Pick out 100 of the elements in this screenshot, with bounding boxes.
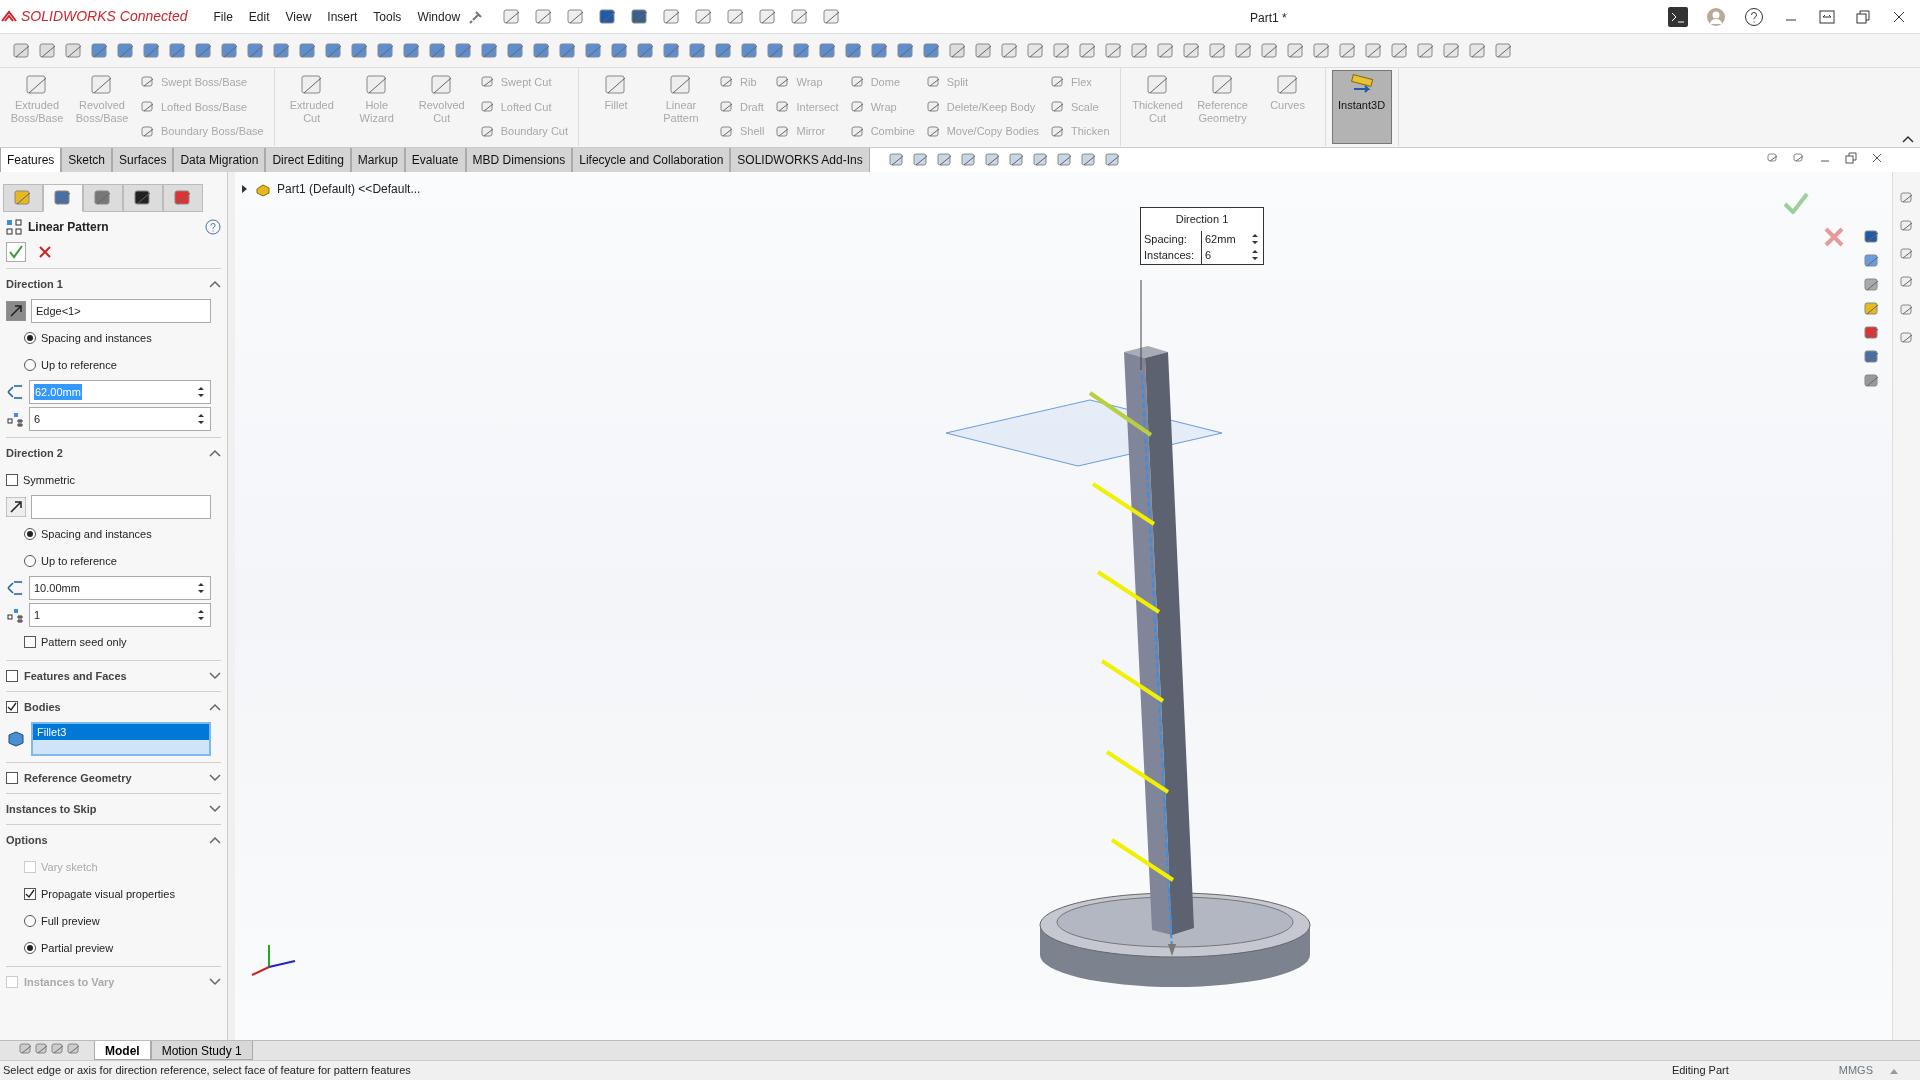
command-prompt-icon[interactable] (1668, 6, 1688, 27)
toolbar-tool-icon[interactable] (38, 40, 58, 61)
toolbar-tool-icon[interactable] (1000, 40, 1020, 61)
toolbar-tool-icon[interactable] (142, 40, 162, 61)
toolbar-tool-icon[interactable] (662, 40, 682, 61)
confirm-check-icon[interactable] (1783, 192, 1809, 214)
spin-field[interactable]: 1 (29, 603, 211, 627)
toolbar-tool-icon[interactable] (922, 40, 942, 61)
tile-icon[interactable] (1818, 7, 1836, 26)
radio-button[interactable] (24, 528, 36, 540)
restore-icon[interactable] (1854, 7, 1872, 26)
toolbar-tool-icon[interactable] (844, 40, 864, 61)
toolbar-tool-icon[interactable] (1156, 40, 1176, 61)
toolbar-tool-icon[interactable] (64, 40, 84, 61)
toolbar-tool-icon[interactable] (194, 40, 214, 61)
radio-button[interactable] (24, 555, 36, 567)
help-icon[interactable] (1744, 6, 1764, 27)
selection-list[interactable]: Fillet3 (31, 722, 211, 756)
toolbar-tool-icon[interactable] (818, 40, 838, 61)
toolbar-tool-icon[interactable] (220, 40, 240, 61)
toolbar-tool-icon[interactable] (1416, 40, 1436, 61)
radio-button[interactable] (24, 359, 36, 371)
checkbox[interactable] (6, 670, 18, 682)
spin-field[interactable]: 6 (29, 407, 211, 431)
expand-arrow-icon[interactable] (241, 184, 249, 194)
toolbar-tool-icon[interactable] (870, 40, 890, 61)
close-icon[interactable] (1870, 151, 1884, 165)
menu-item[interactable]: View (277, 5, 320, 28)
radio-button[interactable] (24, 332, 36, 344)
toolbar-tool-icon[interactable] (584, 40, 604, 61)
toolbar-tool-icon[interactable] (688, 40, 708, 61)
command-tab[interactable]: Sketch (61, 148, 113, 173)
toolbar-tool-icon[interactable] (766, 40, 786, 61)
collapse-icon[interactable] (209, 280, 221, 288)
toolbar-tool-icon[interactable] (1494, 40, 1514, 61)
menu-item[interactable]: Insert (319, 5, 366, 28)
toolbar-tool-icon[interactable] (1052, 40, 1072, 61)
command-tab[interactable]: SOLIDWORKS Add-Ins (730, 148, 870, 173)
expand-icon[interactable] (209, 672, 221, 680)
toolbar-tool-icon[interactable] (1442, 40, 1462, 61)
menu-item[interactable]: Window (409, 5, 469, 28)
toolbar-tool-icon[interactable] (90, 40, 110, 61)
restore-icon[interactable] (1844, 151, 1858, 165)
toolbar-tool-icon[interactable] (168, 40, 188, 61)
list-entry[interactable]: Fillet3 (33, 724, 209, 740)
checkbox[interactable] (24, 636, 36, 648)
bottom-tab[interactable]: Model (94, 1041, 151, 1060)
toolbar-tool-icon[interactable] (454, 40, 474, 61)
toolbar-tool-icon[interactable] (116, 40, 136, 61)
task-pane-icon[interactable] (1898, 274, 1915, 290)
toolbar-tool-icon[interactable] (740, 40, 760, 61)
toolbar-tool-icon[interactable] (324, 40, 344, 61)
toolbar-tool-icon[interactable] (1260, 40, 1280, 61)
toolbar-tool-icon[interactable] (272, 40, 292, 61)
avatar-icon[interactable] (1706, 6, 1726, 27)
expand-icon[interactable] (209, 774, 221, 782)
command-tab[interactable]: Surfaces (112, 148, 174, 173)
radio-button[interactable] (24, 942, 36, 954)
bottom-tab[interactable]: Motion Study 1 (150, 1041, 253, 1060)
toolbar-tool-icon[interactable] (532, 40, 552, 61)
task-pane-icon[interactable] (1898, 190, 1915, 206)
toolbar-tool-icon[interactable] (1338, 40, 1358, 61)
selection-field[interactable] (31, 495, 211, 519)
collapse-icon[interactable] (209, 836, 221, 844)
collapse-icon[interactable] (1902, 133, 1914, 144)
toolbar-tool-icon[interactable] (896, 40, 916, 61)
checkbox[interactable] (6, 701, 18, 713)
checkbox[interactable] (6, 474, 18, 486)
ok-check-icon[interactable] (6, 242, 26, 262)
toolbar-tool-icon[interactable] (1234, 40, 1254, 61)
toolbar-tool-icon[interactable] (636, 40, 656, 61)
task-pane-icon[interactable] (1898, 330, 1915, 346)
toolbar-tool-icon[interactable] (610, 40, 630, 61)
toolbar-tool-icon[interactable] (1468, 40, 1488, 61)
toolbar-tool-icon[interactable] (402, 40, 422, 61)
toolbar-tool-icon[interactable] (1286, 40, 1306, 61)
toolbar-tool-icon[interactable] (506, 40, 526, 61)
toolbar-tool-icon[interactable] (558, 40, 578, 61)
command-tab[interactable]: MBD Dimensions (465, 148, 573, 173)
collapse-icon[interactable] (209, 703, 221, 711)
toolbar-tool-icon[interactable] (1364, 40, 1384, 61)
toolbar-tool-icon[interactable] (428, 40, 448, 61)
checkbox[interactable] (24, 888, 36, 900)
toolbar-tool-icon[interactable] (1390, 40, 1410, 61)
toolbar-tool-icon[interactable] (1208, 40, 1228, 61)
spin-field[interactable]: 62mm (1201, 230, 1263, 247)
spin-field[interactable]: 62.00mm (29, 380, 211, 404)
command-tab[interactable]: Direct Editing (265, 148, 351, 173)
cancel-icon[interactable] (38, 245, 52, 259)
toolbar-tool-icon[interactable] (12, 40, 32, 61)
command-tab[interactable]: Features (0, 148, 62, 172)
toolbar-tool-icon[interactable] (1182, 40, 1202, 61)
toolbar-tool-icon[interactable] (1026, 40, 1046, 61)
toolbar-tool-icon[interactable] (792, 40, 812, 61)
menu-item[interactable]: Tools (365, 5, 410, 28)
toolbar-tool-icon[interactable] (974, 40, 994, 61)
units-indicator[interactable]: MMGS (1838, 1062, 1873, 1079)
toolbar-tool-icon[interactable] (1312, 40, 1332, 61)
menu-item[interactable]: File (205, 5, 241, 28)
spin-field[interactable]: 10.00mm (29, 576, 211, 600)
